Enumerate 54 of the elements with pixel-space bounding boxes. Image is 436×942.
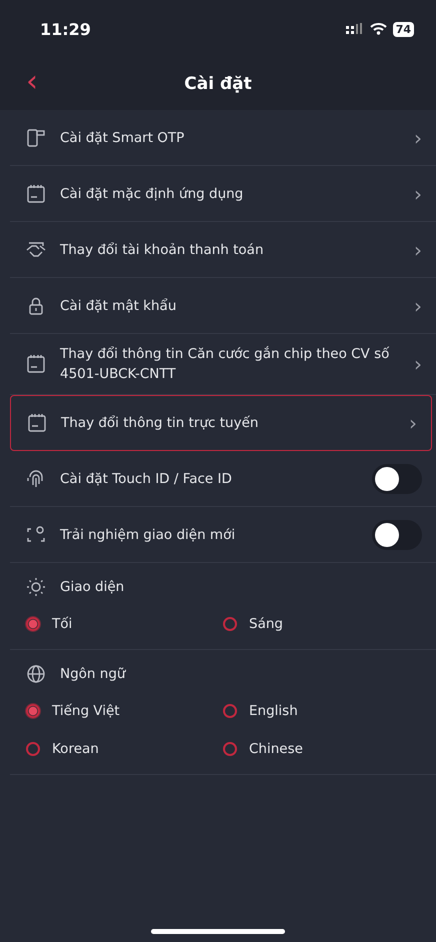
group-title: Giao diện <box>60 578 126 597</box>
settings-row[interactable]: Thay đổi thông tin Căn cước gắn chip theo CV số 4501-UBCK-CNTT › <box>10 334 436 395</box>
radio-button[interactable] <box>26 617 40 631</box>
radio-option[interactable]: Tiếng Việt <box>26 694 223 728</box>
settings-row[interactable]: Cài đặt mật khẩu › <box>10 278 436 334</box>
option-label: Chinese <box>249 741 303 757</box>
radio-option[interactable]: Korean <box>26 732 223 766</box>
settings-row[interactable]: Thay đổi thông tin trực tuyến › <box>10 395 432 451</box>
option-label: Tối <box>52 616 72 632</box>
globe-icon <box>26 664 46 684</box>
chevron-icon: › <box>414 352 422 376</box>
radio-option[interactable]: English <box>223 694 420 728</box>
calendar-icon <box>26 184 46 204</box>
signal-icon <box>346 23 364 35</box>
radio-button[interactable] <box>223 617 237 631</box>
chevron-icon: › <box>414 238 422 262</box>
radio-button[interactable] <box>26 742 40 756</box>
sun-icon <box>26 577 46 597</box>
row-label: Cài đặt mật khẩu <box>60 296 178 316</box>
row-label: Thay đổi thông tin Căn cước gắn chip theo CV số 4501-UBCK-CNTT <box>60 345 390 384</box>
settings-row[interactable]: Cài đặt mặc định ứng dụng › <box>10 166 436 222</box>
toggle-switch[interactable] <box>372 464 422 494</box>
group-title: Ngôn ngữ <box>60 665 127 684</box>
radio-button[interactable] <box>26 704 40 718</box>
row-label: Thay đổi tài khoản thanh toán <box>60 240 264 260</box>
row-label: Cài đặt mặc định ứng dụng <box>60 184 244 204</box>
page-title: Cài đặt <box>184 74 252 94</box>
radio-option[interactable]: Sáng <box>223 607 420 641</box>
radio-button[interactable] <box>223 742 237 756</box>
settings-row[interactable]: Cài đặt Smart OTP › <box>10 110 436 166</box>
calendar-icon <box>27 413 47 433</box>
radio-button[interactable] <box>223 704 237 718</box>
row-label: Cài đặt Smart OTP <box>60 128 186 148</box>
radio-option[interactable]: Tối <box>26 607 223 641</box>
option-label: Korean <box>52 741 99 757</box>
chevron-icon: › <box>414 294 422 318</box>
calendar-icon <box>26 354 46 374</box>
battery-indicator: 74 <box>392 22 414 36</box>
option-label: Tiếng Việt <box>52 703 120 719</box>
phone-icon <box>26 128 46 148</box>
face-scan-icon <box>26 524 46 544</box>
row-label: Thay đổi thông tin trực tuyến <box>61 414 260 433</box>
wifi-icon <box>370 23 387 35</box>
chevron-icon: › <box>414 126 422 150</box>
chevron-icon: › <box>414 182 422 206</box>
option-label: Sáng <box>249 616 283 632</box>
row-label: Cài đặt Touch ID / Face ID <box>60 470 233 488</box>
radio-option[interactable]: Chinese <box>223 732 420 766</box>
toggle-switch[interactable] <box>372 520 422 550</box>
settings-row[interactable]: Thay đổi tài khoản thanh toán › <box>10 222 436 278</box>
row-label: Trải nghiệm giao diện mới <box>60 526 236 544</box>
status-time: 11:29 <box>40 20 91 38</box>
option-label: English <box>249 703 298 719</box>
chevron-icon: › <box>409 411 417 435</box>
